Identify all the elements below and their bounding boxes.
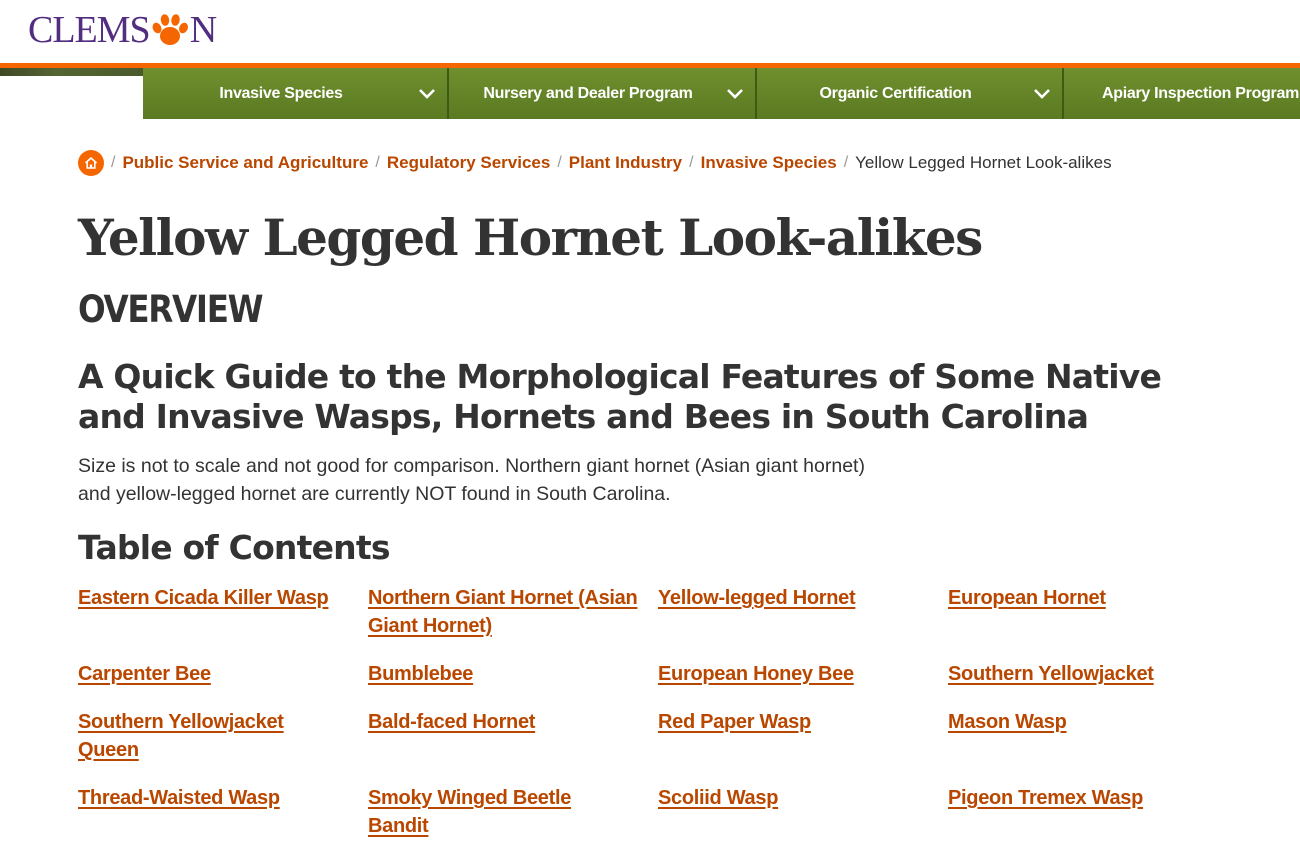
toc-link[interactable]: Yellow-legged Hornet	[658, 584, 928, 612]
page-title: Yellow Legged Hornet Look-alikes	[78, 208, 983, 267]
nav-item-label: Nursery and Dealer Program	[483, 84, 693, 102]
toc-link[interactable]: Thread-Waisted Wasp	[78, 784, 348, 812]
breadcrumb: / Public Service and Agriculture / Regul…	[78, 150, 1112, 176]
nav-item-invasive-species[interactable]: Invasive Species	[143, 68, 449, 119]
toc-link[interactable]: Red Paper Wasp	[658, 708, 928, 736]
toc-link[interactable]: Bald-faced Hornet	[368, 708, 638, 736]
nav-item-label: Invasive Species	[219, 84, 343, 102]
toc-link[interactable]: Southern Yellowjacket Queen	[78, 708, 318, 764]
toc-link[interactable]: Carpenter Bee	[78, 660, 348, 688]
tiger-paw-icon	[151, 12, 189, 48]
breadcrumb-separator: /	[557, 154, 562, 171]
nav-item-nursery-dealer[interactable]: Nursery and Dealer Program	[449, 68, 757, 119]
chevron-down-icon	[1022, 88, 1062, 100]
clemson-logo[interactable]: CLEMS N	[28, 8, 217, 52]
chevron-down-icon	[715, 88, 755, 100]
toc-link[interactable]: Scoliid Wasp	[658, 784, 928, 812]
breadcrumb-separator: /	[689, 154, 694, 171]
breadcrumb-separator: /	[843, 154, 849, 171]
nav-item-label: Organic Certification	[819, 84, 972, 102]
breadcrumb-current: Yellow Legged Hornet Look-alikes	[855, 153, 1112, 172]
guide-subheading: A Quick Guide to the Morphological Featu…	[78, 357, 1162, 436]
breadcrumb-link-plant-industry[interactable]: Plant Industry	[569, 153, 682, 173]
main-nav: Invasive Species Nursery and Dealer Prog…	[143, 68, 1300, 119]
breadcrumb-link-public-service[interactable]: Public Service and Agriculture	[122, 153, 368, 173]
logo-text-left: CLEMS	[28, 9, 151, 51]
home-icon[interactable]	[78, 150, 104, 176]
toc-link[interactable]: Southern Yellowjacket	[948, 660, 1218, 688]
toc-link[interactable]: Smoky Winged Beetle Bandit	[368, 784, 598, 840]
breadcrumb-link-regulatory-services[interactable]: Regulatory Services	[387, 153, 550, 173]
nav-item-apiary-inspection[interactable]: Apiary Inspection Program	[1064, 68, 1300, 119]
toc-link[interactable]: Mason Wasp	[948, 708, 1218, 736]
chevron-down-icon	[407, 88, 447, 100]
nav-banner-image	[0, 68, 143, 76]
intro-paragraph: Size is not to scale and not good for co…	[78, 455, 865, 505]
nav-item-label: Apiary Inspection Program	[1102, 84, 1299, 102]
toc-link[interactable]: Bumblebee	[368, 660, 638, 688]
toc-link[interactable]: Eastern Cicada Killer Wasp	[78, 584, 348, 612]
toc-link[interactable]: Pigeon Tremex Wasp	[948, 784, 1218, 812]
breadcrumb-link-invasive-species[interactable]: Invasive Species	[701, 153, 837, 173]
logo-text-right: N	[189, 9, 217, 51]
breadcrumb-separator: /	[375, 154, 380, 171]
toc-link[interactable]: European Honey Bee	[658, 660, 928, 688]
breadcrumb-separator: /	[111, 154, 116, 171]
overview-heading: OVERVIEW	[78, 288, 264, 331]
toc-heading: Table of Contents	[78, 528, 391, 567]
toc-link[interactable]: Northern Giant Hornet (Asian Giant Horne…	[368, 584, 638, 640]
nav-item-organic-certification[interactable]: Organic Certification	[757, 68, 1064, 119]
site-header: CLEMS N	[0, 0, 1300, 64]
toc-link[interactable]: European Hornet	[948, 584, 1218, 612]
